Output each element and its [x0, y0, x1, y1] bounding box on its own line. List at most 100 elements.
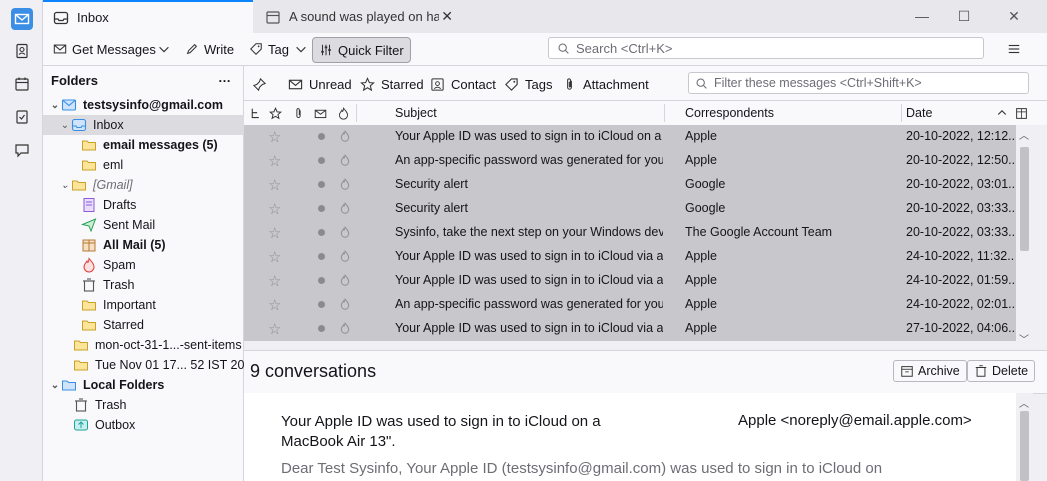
quick-filter-button[interactable]: Quick Filter [312, 37, 411, 63]
column-picker-button[interactable] [1015, 101, 1028, 125]
chevron-down-icon[interactable]: ⌄ [49, 380, 61, 391]
read-status-icon[interactable] [318, 133, 325, 140]
message-date: 20-10-2022, 12:12... [906, 129, 1014, 143]
write-button[interactable]: Write [179, 37, 240, 61]
junk-icon[interactable] [339, 201, 351, 215]
calendar-space-button[interactable] [11, 73, 33, 95]
correspondents-column-header[interactable]: Correspondents [685, 101, 774, 125]
folder-label: [Gmail] [93, 178, 133, 192]
folder-tue-nov[interactable]: Tue Nov 01 17... 52 IST 2022 [43, 355, 273, 375]
read-status-icon[interactable] [318, 157, 325, 164]
message-list-scrollbar[interactable]: ︿ ﹀ [1016, 125, 1033, 349]
mail-toolbar: Get Messages Write Tag Quick Filter Sear… [43, 33, 1047, 66]
tag-button[interactable]: Tag [243, 37, 314, 61]
date-column-header[interactable]: Date [906, 101, 932, 125]
folder-local-trash[interactable]: Trash [43, 395, 273, 415]
read-column-header[interactable] [314, 101, 327, 125]
scroll-up-icon[interactable]: ︿ [1019, 127, 1029, 142]
contact-filter-button[interactable]: Contact [430, 74, 496, 94]
attachment-filter-button[interactable]: Attachment [562, 74, 649, 94]
sticky-filter-toggle[interactable] [252, 74, 273, 94]
chevron-down-icon[interactable]: ⌄ [49, 100, 61, 111]
message-subject: Security alert [395, 201, 468, 215]
message-row[interactable]: ☆ Security alert Google 20-10-2022, 03:01..… [244, 173, 1016, 197]
maximize-button[interactable]: ☐ [953, 6, 975, 26]
read-status-icon[interactable] [318, 205, 325, 212]
preview-scrollbar[interactable]: ︿ [1016, 393, 1033, 481]
star-icon[interactable]: ☆ [268, 224, 281, 242]
message-row[interactable]: ☆ Your Apple ID was used to sign in to iC… [244, 125, 1016, 149]
archive-button[interactable]: Archive [893, 360, 967, 382]
address-book-button[interactable] [11, 40, 33, 62]
chat-space-button[interactable] [11, 139, 33, 161]
filter-messages-input[interactable]: Filter these messages <Ctrl+Shift+K> [688, 72, 1029, 94]
close-window-button[interactable]: ✕ [1003, 6, 1025, 26]
message-row[interactable]: ☆ Security alert Google 20-10-2022, 03:33..… [244, 197, 1016, 221]
message-row[interactable]: ☆ Your Apple ID was used to sign in to iC… [244, 269, 1016, 293]
read-status-icon[interactable] [318, 325, 325, 332]
get-messages-dropdown[interactable] [151, 37, 182, 61]
close-tab-icon[interactable]: ✕ [441, 8, 453, 25]
read-status-icon[interactable] [318, 277, 325, 284]
junk-icon[interactable] [339, 321, 351, 335]
preview-subject[interactable]: Your Apple ID was used to sign in to iCl… [281, 412, 641, 452]
star-icon[interactable]: ☆ [268, 320, 281, 338]
message-row[interactable]: ☆ An app-specific password was generated … [244, 293, 1016, 317]
star-icon[interactable]: ☆ [268, 248, 281, 266]
junk-icon[interactable] [339, 129, 351, 143]
junk-icon[interactable] [339, 225, 351, 239]
read-status-icon[interactable] [318, 301, 325, 308]
minimize-button[interactable]: — [911, 6, 933, 26]
star-column-header[interactable] [269, 101, 282, 125]
star-icon[interactable]: ☆ [268, 128, 281, 146]
scrollbar-thumb[interactable] [1020, 147, 1029, 251]
message-row[interactable]: ☆ Your Apple ID was used to sign in to iC… [244, 317, 1016, 341]
attachment-column-header[interactable] [292, 101, 305, 125]
trash-icon [81, 277, 97, 293]
junk-icon[interactable] [339, 153, 351, 167]
read-status-icon[interactable] [318, 229, 325, 236]
tasks-space-button[interactable] [11, 106, 33, 128]
app-menu-button[interactable] [1001, 37, 1032, 61]
tags-filter-button[interactable]: Tags [504, 74, 552, 94]
folder-local-folders[interactable]: ⌄ Local Folders [43, 375, 249, 395]
folder-sent-items[interactable]: mon-oct-31-1...-sent-items [43, 335, 273, 355]
star-icon[interactable]: ☆ [268, 200, 281, 218]
chevron-down-icon[interactable]: ⌄ [59, 120, 71, 131]
scroll-down-icon[interactable]: ﹀ [1019, 331, 1029, 346]
junk-icon[interactable] [339, 297, 351, 311]
tab-label: A sound was played on harr [289, 9, 439, 24]
folder-account[interactable]: ⌄ testsysinfo@gmail.com [43, 95, 249, 115]
message-row[interactable]: ☆ An app-specific password was generated … [244, 149, 1016, 173]
star-icon[interactable]: ☆ [268, 152, 281, 170]
star-icon[interactable]: ☆ [268, 176, 281, 194]
read-status-icon[interactable] [318, 181, 325, 188]
junk-icon[interactable] [339, 273, 351, 287]
folder-pane-menu-button[interactable]: … [218, 70, 231, 85]
message-row[interactable]: ☆ Sysinfo, take the next step on your Win… [244, 221, 1016, 245]
scrollbar-thumb[interactable] [1020, 411, 1029, 481]
read-status-icon[interactable] [318, 253, 325, 260]
get-messages-button[interactable]: Get Messages [47, 37, 162, 61]
star-icon[interactable]: ☆ [268, 272, 281, 290]
delete-button[interactable]: Delete [967, 360, 1036, 382]
folder-inbox[interactable]: ⌄ Inbox [43, 115, 259, 135]
tab-event[interactable]: A sound was played on harr ✕ [255, 0, 465, 33]
junk-icon[interactable] [339, 177, 351, 191]
scroll-up-icon[interactable]: ︿ [1019, 395, 1029, 410]
unread-filter-button[interactable]: Unread [288, 74, 352, 94]
junk-icon[interactable] [339, 249, 351, 263]
starred-filter-button[interactable]: Starred [360, 74, 424, 94]
mail-space-button[interactable] [11, 8, 33, 30]
column-divider [356, 104, 357, 122]
global-search-input[interactable]: Search <Ctrl+K> [548, 37, 984, 59]
chevron-down-icon[interactable]: ⌄ [59, 180, 71, 191]
thread-column-toggle[interactable] [249, 101, 262, 125]
message-row[interactable]: ☆ Your Apple ID was used to sign in to iC… [244, 245, 1016, 269]
star-icon[interactable]: ☆ [268, 296, 281, 314]
tab-inbox[interactable]: Inbox [43, 0, 253, 33]
folder-outbox[interactable]: Outbox [43, 415, 273, 435]
folder-gmail[interactable]: ⌄ [Gmail] [43, 175, 259, 195]
junk-column-header[interactable] [337, 101, 350, 125]
subject-column-header[interactable]: Subject [395, 101, 437, 125]
